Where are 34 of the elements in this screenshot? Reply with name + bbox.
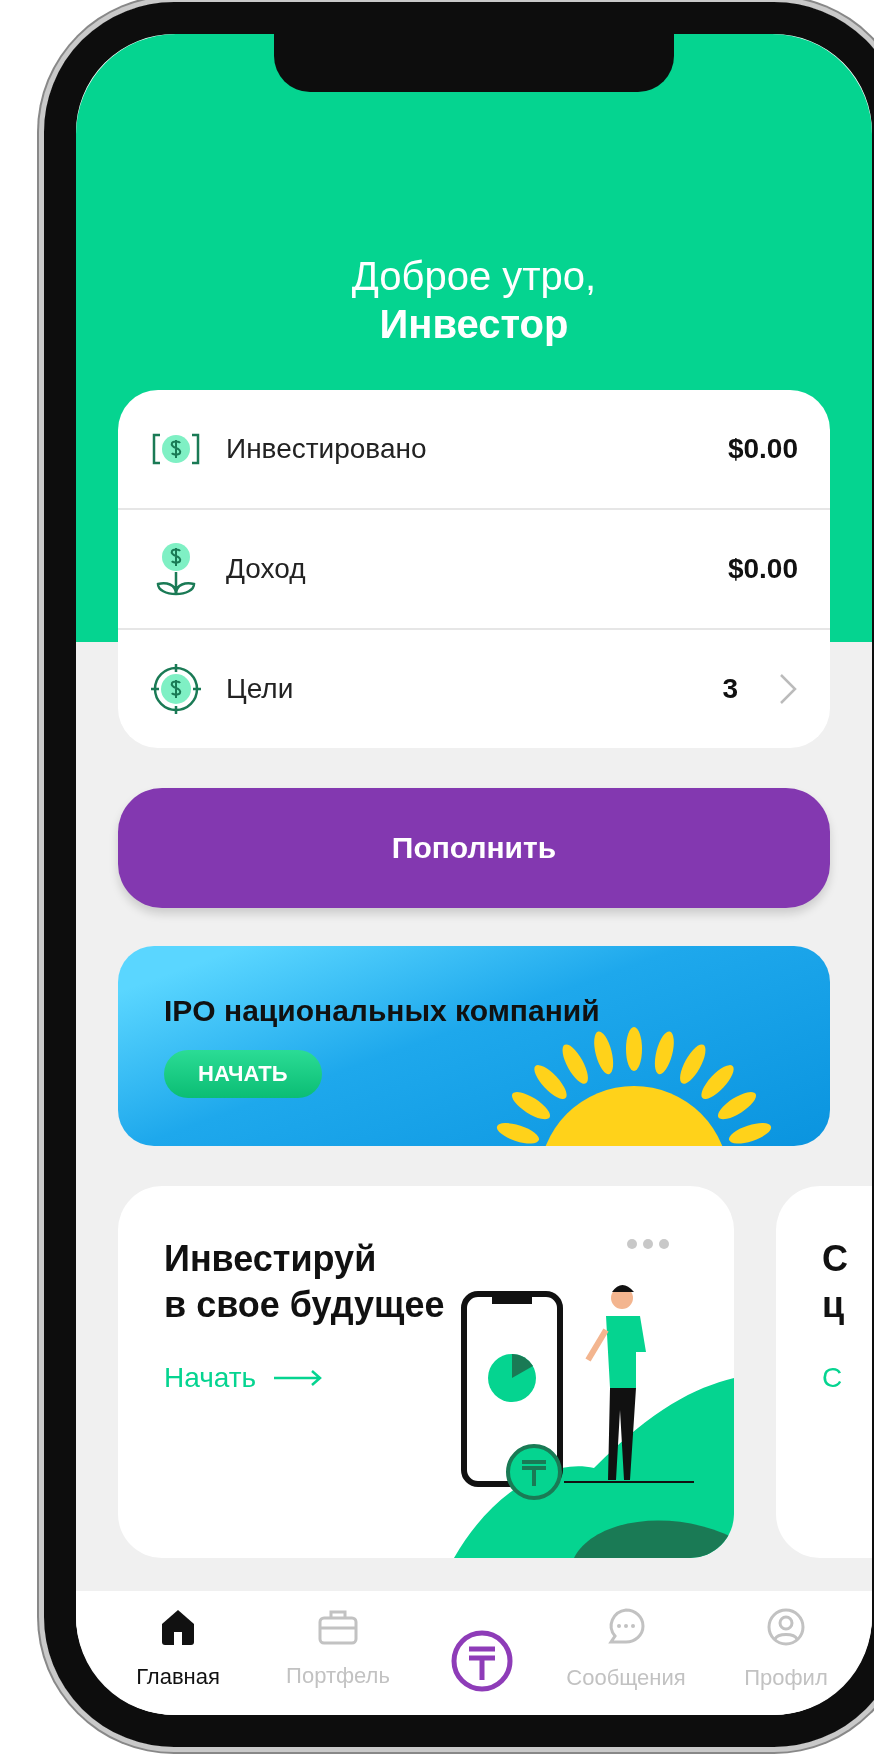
card-title: С xyxy=(822,1237,848,1281)
user-name: Инвестор xyxy=(378,301,570,348)
summary-value: $0.00 xyxy=(727,553,798,585)
profile-icon xyxy=(766,1607,806,1647)
start-button[interactable]: НАЧАТЬ xyxy=(164,1050,322,1098)
tab-item[interactable]: Сообщения xyxy=(546,1607,706,1691)
tab-item[interactable]: Портфель xyxy=(258,1609,418,1689)
home-icon xyxy=(160,1608,196,1646)
summary-value: 3 xyxy=(722,673,738,705)
chevron-icon[interactable] xyxy=(778,672,798,706)
briefcase-icon xyxy=(318,1609,358,1645)
money-plant-icon xyxy=(154,542,198,596)
promo-card[interactable]: С ц С xyxy=(776,1186,872,1558)
top-up-button[interactable]: Пополнить xyxy=(118,788,830,908)
card-title: в свое будущее xyxy=(164,1283,445,1327)
chat-bubble-icon xyxy=(606,1607,646,1647)
money-icon xyxy=(152,431,200,467)
promo-card[interactable]: Инвестируй в свое будущее Начать xyxy=(118,1186,734,1558)
card-title: Инвестируй xyxy=(164,1237,377,1281)
card-link[interactable]: Начать xyxy=(164,1362,325,1394)
tenge-logo-icon[interactable] xyxy=(450,1629,514,1693)
greeting-text: Доброе утро, xyxy=(350,253,598,300)
tab-item[interactable]: Профил xyxy=(706,1607,866,1691)
card-link[interactable]: С xyxy=(822,1362,843,1394)
banner-title: IPO национальных компаний xyxy=(164,994,600,1028)
tab-item[interactable]: Главная xyxy=(76,1608,258,1690)
promo-banner[interactable]: IPO национальных компаний НАЧАТЬ xyxy=(118,946,830,1146)
more-icon[interactable] xyxy=(626,1238,670,1250)
summary-label: Инвестировано xyxy=(226,433,428,465)
summary-label: Цели xyxy=(226,673,295,705)
target-icon xyxy=(149,662,203,716)
summary-label: Доход xyxy=(226,553,307,585)
card-title: ц xyxy=(822,1283,845,1327)
summary-value: $0.00 xyxy=(727,433,798,465)
